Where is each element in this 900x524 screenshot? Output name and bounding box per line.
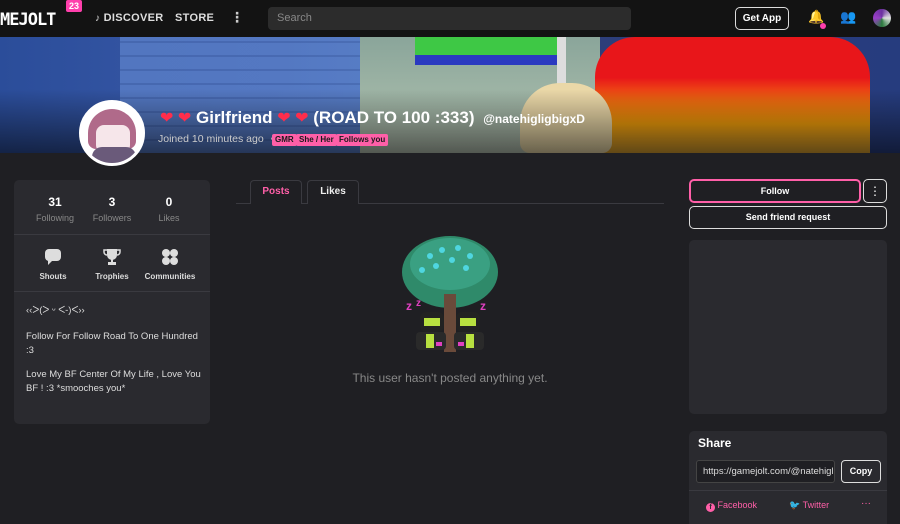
search-input[interactable]: Search	[268, 7, 631, 30]
more-options-icon[interactable]: ⋮	[863, 179, 887, 203]
share-url-field[interactable]: https://gamejolt.com/@natehigligbigxD	[696, 460, 835, 483]
stat-following[interactable]: 31 Following	[27, 195, 83, 223]
profile-handle[interactable]: @natehigligbigxD	[483, 112, 585, 126]
tag-gmr: GMR	[272, 134, 297, 146]
share-facebook-button[interactable]: f Facebook	[706, 500, 757, 512]
profile-avatar[interactable]	[79, 100, 145, 166]
stat-followers[interactable]: 3 Followers	[84, 195, 140, 223]
share-twitter-button[interactable]: 🐦 Twitter	[789, 500, 829, 511]
facebook-label: Facebook	[717, 500, 758, 510]
trophies-label: Trophies	[95, 272, 129, 281]
share-divider	[689, 490, 887, 491]
svg-text:z: z	[480, 299, 486, 313]
communities-label: Communities	[144, 272, 196, 281]
trophy-icon	[82, 248, 142, 268]
stat-following-label: Following	[35, 213, 75, 223]
svg-text:z: z	[406, 299, 412, 313]
user-avatar-icon[interactable]	[873, 9, 891, 27]
heart-icon: ❤ ❤	[277, 110, 309, 127]
stat-likes-label: Likes	[158, 213, 180, 223]
send-friend-request-button[interactable]: Send friend request	[689, 206, 887, 229]
communities-icon	[140, 248, 200, 268]
profile-name-main: Girlfriend	[196, 108, 273, 127]
top-navigation-bar: MEJOLT 23 ♪ DISCOVER STORE ⋮ Search Get …	[0, 0, 900, 37]
tab-posts[interactable]: Posts	[250, 180, 302, 204]
bio-line: Love My BF Center Of My Life , Love You …	[26, 369, 201, 394]
stat-likes[interactable]: 0 Likes	[141, 195, 197, 223]
follow-button[interactable]: Follow	[689, 179, 861, 203]
communities-link[interactable]: Communities	[140, 248, 200, 281]
facebook-icon: f	[706, 503, 715, 512]
stats-divider	[14, 234, 210, 235]
nav-discover-link[interactable]: ♪ DISCOVER	[95, 12, 164, 24]
notification-dot	[820, 23, 826, 29]
nav-discover-label: DISCOVER	[103, 12, 164, 24]
sleeping-tree-illustration: z z z	[402, 236, 498, 352]
profile-display-name: ❤ ❤ Girlfriend ❤ ❤ (ROAD TO 100 :333) @n…	[160, 108, 585, 128]
music-note-icon: ♪	[95, 13, 101, 24]
friends-icon[interactable]: 👥	[840, 9, 856, 25]
svg-text:z: z	[416, 298, 421, 309]
stat-following-value: 31	[48, 195, 62, 209]
twitter-label: Twitter	[802, 500, 830, 510]
stat-likes-value: 0	[165, 195, 173, 209]
nav-store-link[interactable]: STORE	[175, 12, 214, 24]
empty-posts-message: This user hasn't posted anything yet.	[352, 371, 548, 385]
speech-bubble-icon	[23, 248, 83, 268]
bio-kaomoji: ‹‹ᐳ(ᐳ ᵕ ᐸ-)ᐸ››	[26, 305, 85, 316]
profile-name-suffix: (ROAD TO 100 :333)	[313, 108, 475, 127]
notification-count-badge: 23	[66, 0, 83, 12]
tab-likes[interactable]: Likes	[307, 180, 359, 204]
shouts-label: Shouts	[39, 272, 67, 281]
share-title: Share	[698, 436, 732, 450]
shouts-link[interactable]: Shouts	[23, 248, 83, 281]
tag-pronouns: She / Her	[296, 134, 337, 146]
share-more-icon[interactable]: ···	[861, 498, 871, 509]
get-app-button[interactable]: Get App	[735, 7, 789, 30]
trophies-link[interactable]: Trophies	[82, 248, 142, 281]
ad-placeholder-card	[689, 240, 887, 414]
gamejolt-logo[interactable]: MEJOLT	[0, 10, 56, 30]
twitter-icon: 🐦	[789, 500, 801, 510]
copy-button[interactable]: Copy	[841, 460, 881, 483]
heart-icon: ❤ ❤	[160, 110, 192, 127]
stat-followers-label: Followers	[92, 213, 132, 223]
nav-more-icon[interactable]: ⋮	[230, 9, 244, 26]
joined-date: Joined 10 minutes ago •	[158, 133, 274, 145]
tag-follows-you: Follows you	[336, 134, 389, 146]
stat-followers-value: 3	[108, 195, 116, 209]
links-divider	[14, 291, 210, 292]
bio-line: Follow For Follow Road To One Hundred :3	[26, 331, 198, 356]
